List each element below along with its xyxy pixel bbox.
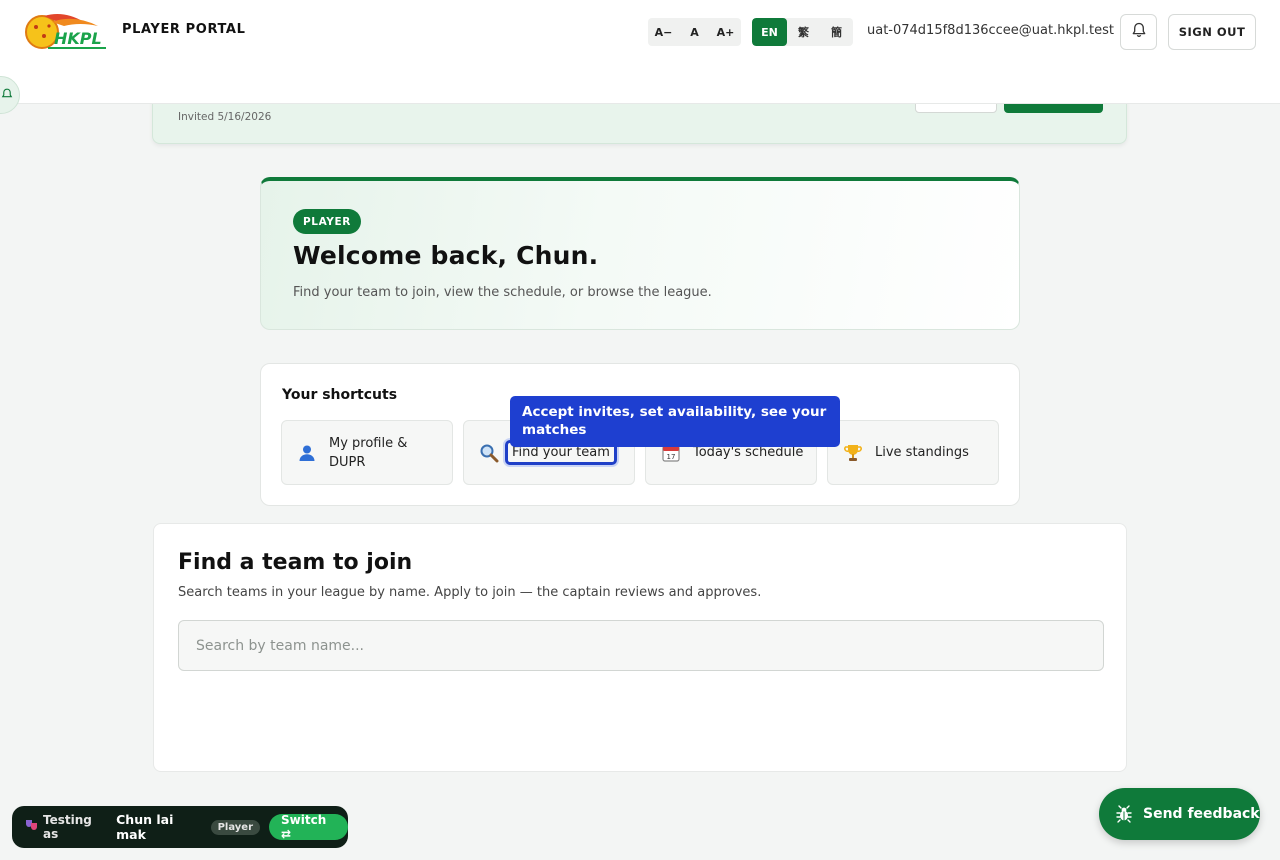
- top-header: HKPL PLAYER PORTAL A− A A+ EN 繁 簡 uat-07…: [0, 0, 1280, 104]
- team-search-input[interactable]: [178, 620, 1104, 671]
- shortcut-label: My profile & DUPR: [329, 435, 408, 470]
- shortcut-label: Live standings: [875, 445, 969, 460]
- send-feedback-button[interactable]: Send feedback: [1099, 788, 1260, 840]
- svg-text:HKPL: HKPL: [54, 29, 102, 48]
- shortcut-live-standings[interactable]: Live standings: [827, 420, 999, 485]
- welcome-title: Welcome back, Chun.: [293, 241, 599, 270]
- shortcut-my-profile[interactable]: My profile & DUPR: [281, 420, 453, 485]
- font-size-controls: A− A A+: [648, 18, 741, 46]
- font-reset-button[interactable]: A: [679, 18, 710, 46]
- shortcuts-title: Your shortcuts: [282, 387, 398, 403]
- find-team-title: Find a team to join: [178, 550, 413, 575]
- testing-role-badge: Player: [210, 819, 261, 835]
- switch-user-button[interactable]: Switch ⇄: [269, 813, 348, 841]
- font-decrease-button[interactable]: A−: [648, 18, 679, 46]
- theater-masks-icon: [25, 818, 39, 836]
- testing-as-bar: Testing as Chun lai mak Player Switch ⇄: [12, 806, 348, 848]
- sign-out-button[interactable]: SIGN OUT: [1168, 14, 1256, 50]
- lang-simplified-button[interactable]: 簡: [820, 18, 853, 46]
- testing-user-name: Chun lai mak: [116, 812, 174, 842]
- hkpl-logo[interactable]: HKPL: [24, 12, 110, 54]
- svg-text:17: 17: [667, 453, 676, 461]
- lang-traditional-button[interactable]: 繁: [787, 18, 820, 46]
- welcome-card: PLAYER Welcome back, Chun. Find your tea…: [260, 177, 1020, 330]
- font-increase-button[interactable]: A+: [710, 18, 741, 46]
- bell-icon: [1131, 22, 1147, 42]
- portal-title: PLAYER PORTAL: [122, 22, 246, 37]
- notifications-button[interactable]: [1120, 14, 1157, 50]
- trophy-icon: [843, 443, 865, 463]
- lang-en-button[interactable]: EN: [752, 18, 787, 46]
- find-team-card: Find a team to join Search teams in your…: [153, 523, 1127, 772]
- person-icon: [297, 443, 319, 463]
- language-switcher: EN 繁 簡: [752, 18, 853, 46]
- bell-icon: [1, 86, 13, 105]
- shortcut-tooltip: Accept invites, set availability, see yo…: [510, 396, 840, 447]
- invite-date: Invited 5/16/2026: [178, 111, 272, 123]
- send-feedback-label: Send feedback: [1143, 806, 1260, 822]
- find-team-subtitle: Search teams in your league by name. App…: [178, 585, 762, 600]
- welcome-subtitle: Find your team to join, view the schedul…: [293, 285, 712, 300]
- magnifier-icon: [479, 443, 501, 463]
- testing-label: Testing as: [43, 813, 92, 841]
- role-badge: PLAYER: [293, 209, 361, 234]
- bug-icon: [1115, 805, 1133, 823]
- user-email: uat-074d15f8d136ccee@uat.hkpl.test: [867, 23, 1114, 38]
